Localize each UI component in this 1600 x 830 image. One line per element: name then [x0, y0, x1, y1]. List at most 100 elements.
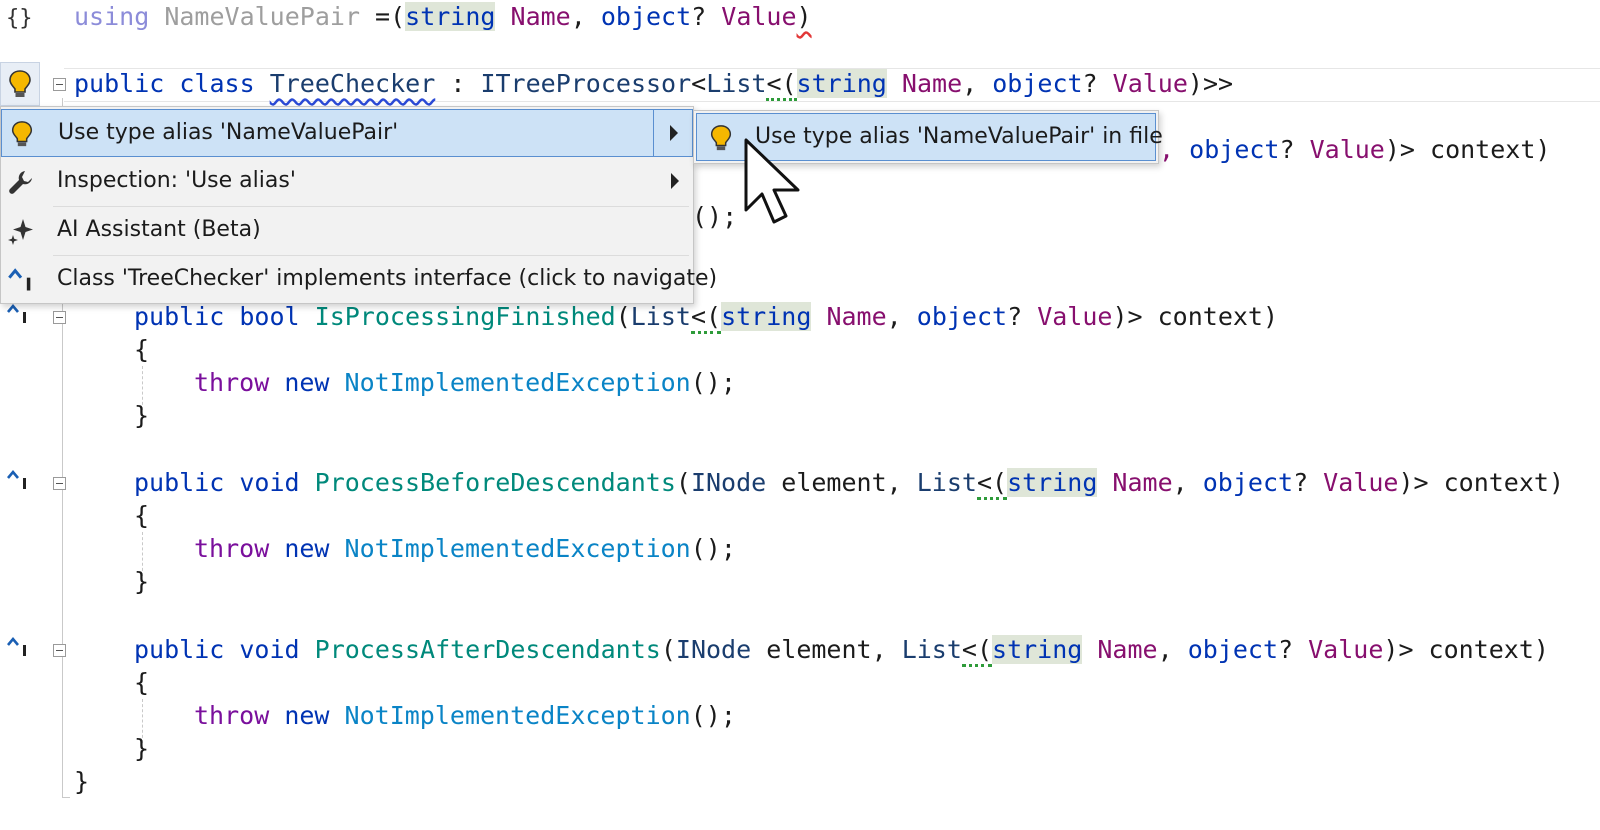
tuple-field-name: Name	[886, 69, 963, 98]
hint-dots: <(	[766, 69, 797, 101]
method2-fold-toggle[interactable]	[53, 477, 66, 490]
tuple-field-name: Value	[1112, 69, 1188, 98]
implements-icon[interactable]	[6, 302, 30, 326]
hint-dots: <(	[961, 635, 993, 667]
class-fold-guide-end	[62, 797, 70, 798]
punct: ?	[691, 2, 722, 31]
punct: ?	[1278, 635, 1309, 664]
open-brace: {	[134, 668, 150, 697]
param-name: element,	[751, 635, 902, 664]
new-keyword: new	[284, 534, 330, 563]
throw-statement[interactable]: throw new NotImplementedException();	[194, 699, 736, 733]
list-type: List	[630, 302, 691, 331]
menu-item-implements-interface[interactable]: Class 'TreeChecker' implements interface…	[1, 256, 717, 304]
type-keyword: string	[721, 302, 812, 331]
partial-code-line: e, object? Value)> context)	[1144, 133, 1550, 167]
new-keyword: new	[284, 368, 330, 397]
implements-icon[interactable]	[6, 635, 30, 659]
public-keyword: public	[134, 635, 225, 664]
punct: ();	[690, 534, 736, 563]
return-type: bool	[239, 302, 300, 331]
tuple-field-name: Value	[1309, 135, 1385, 164]
submenu-split-divider	[653, 110, 654, 156]
tuple-field-name: Name	[495, 2, 571, 31]
punct: (	[660, 635, 676, 664]
class-fold-toggle[interactable]	[53, 78, 66, 91]
menu-item-ai-assistant[interactable]: AI Assistant (Beta)	[1, 207, 693, 255]
chevron-right-icon[interactable]	[671, 173, 679, 189]
throw-keyword: throw	[194, 534, 270, 563]
punct: ();	[690, 701, 736, 730]
type-keyword: object	[992, 69, 1083, 98]
public-keyword: public	[74, 69, 165, 98]
throw-statement[interactable]: throw new NotImplementedException();	[194, 532, 736, 566]
punct: ?	[1082, 69, 1113, 98]
list-type: List	[706, 69, 767, 98]
punct: (	[675, 468, 691, 497]
throw-keyword: throw	[194, 368, 270, 397]
type-keyword: string	[405, 2, 496, 31]
menu-item-inspection[interactable]: Inspection: 'Use alias'	[1, 158, 693, 206]
param-name: context)	[1428, 635, 1549, 664]
using-alias-line[interactable]: using NameValuePair =(string Name, objec…	[74, 0, 812, 34]
method-name: ProcessBeforeDescendants	[314, 468, 676, 497]
menu-item-label: AI Assistant (Beta)	[57, 217, 261, 242]
method-signature-line[interactable]: public void ProcessBeforeDescendants(INo…	[134, 466, 1564, 500]
tuple-field-name: Value	[1308, 635, 1384, 664]
lightbulb-icon	[11, 121, 33, 147]
menu-item-use-type-alias[interactable]: Use type alias 'NameValuePair'	[1, 109, 693, 157]
error-squiggle: )	[796, 2, 812, 31]
close-brace: }	[134, 401, 150, 430]
tuple-field-name: Name	[1082, 635, 1158, 664]
method3-fold-toggle[interactable]	[53, 644, 66, 657]
method-name: IsProcessingFinished	[314, 302, 616, 331]
exception-type: NotImplementedException	[344, 701, 691, 730]
class-declaration-line[interactable]: public class TreeChecker : ITreeProcesso…	[74, 67, 1233, 101]
punct: ,	[570, 2, 601, 31]
type-keyword: string	[992, 635, 1083, 664]
quick-fix-lightbulb-button[interactable]	[0, 62, 40, 106]
using-keyword: using	[74, 2, 150, 31]
new-keyword: new	[284, 701, 330, 730]
type-keyword: object	[916, 302, 1008, 331]
tuple-field-name: Value	[721, 2, 797, 31]
wrench-icon	[9, 171, 32, 194]
exception-type: NotImplementedException	[344, 534, 691, 563]
punct: )>	[1398, 468, 1444, 497]
type-keyword: string	[1007, 468, 1098, 497]
tuple-field-name: Value	[1037, 302, 1113, 331]
punct: )>	[1384, 135, 1431, 164]
class-keyword: class	[179, 69, 255, 98]
namespace-braces-icon: {}	[6, 6, 33, 31]
list-type: List	[916, 468, 977, 497]
punct: ?	[1279, 135, 1310, 164]
method-signature-line[interactable]: public bool IsProcessingFinished(List<(s…	[134, 300, 1278, 334]
punct: ,	[1157, 635, 1188, 664]
tuple-field-name: Value	[1323, 468, 1399, 497]
throw-statement[interactable]: throw new NotImplementedException();	[194, 366, 736, 400]
param-type: INode	[690, 468, 767, 497]
method-signature-line[interactable]: public void ProcessAfterDescendants(INod…	[134, 633, 1549, 667]
menu-item-label: Inspection: 'Use alias'	[57, 168, 296, 193]
punct: ,	[886, 302, 917, 331]
menu-item-label: Class 'TreeChecker' implements interface…	[57, 266, 718, 291]
implements-icon	[8, 268, 31, 291]
punct: )>	[1112, 302, 1158, 331]
punct: ();	[690, 368, 736, 397]
type-keyword: object	[1189, 135, 1280, 164]
open-brace: {	[134, 501, 150, 530]
mouse-cursor-icon	[744, 138, 800, 224]
punct: ?	[1007, 302, 1038, 331]
punct: :	[435, 69, 481, 98]
punct: (	[615, 302, 631, 331]
close-brace: }	[134, 734, 150, 763]
hint-dots: <(	[690, 302, 722, 334]
type-keyword: object	[1202, 468, 1294, 497]
chevron-right-icon[interactable]	[670, 125, 678, 141]
method-name: ProcessAfterDescendants	[314, 635, 661, 664]
implements-icon[interactable]	[6, 468, 30, 492]
method1-fold-toggle[interactable]	[53, 311, 66, 324]
menu-item-label: Use type alias 'NameValuePair' in file	[755, 124, 1163, 149]
quick-fix-menu: Use type alias 'NameValuePair' Inspectio…	[0, 106, 717, 304]
punct: )>	[1383, 635, 1429, 664]
